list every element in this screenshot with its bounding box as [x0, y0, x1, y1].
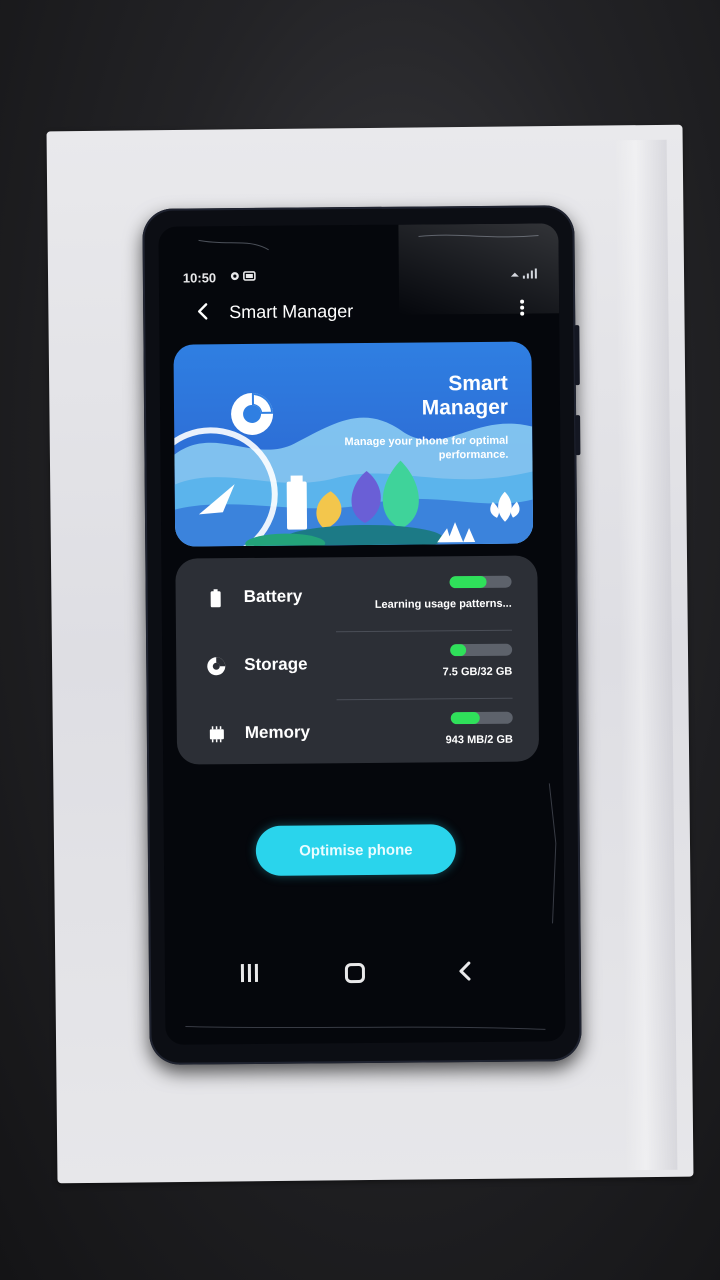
paper-crease [614, 139, 678, 1171]
hero-title-line1: Smart [448, 371, 508, 396]
recent-apps-icon[interactable] [240, 963, 263, 984]
hero-banner: Smart Manager Manage your phone for opti… [173, 341, 534, 547]
page-title: Smart Manager [229, 301, 354, 323]
hero-title-line2: Manager [421, 395, 509, 420]
battery-label: Battery [243, 586, 303, 607]
battery-row[interactable]: Battery Learning usage patterns... [175, 561, 538, 632]
device-status-card: Battery Learning usage patterns... Stora… [175, 555, 540, 765]
home-icon[interactable] [344, 962, 366, 984]
storage-level-fill [450, 644, 466, 657]
hero-title: Smart Manager [358, 371, 509, 421]
navigation-bar [165, 953, 565, 996]
phone: 10:50 Smart Manager Smart Manager Manage… [142, 205, 582, 1065]
nav-back-icon[interactable] [455, 956, 475, 992]
more-options-icon[interactable] [517, 298, 527, 322]
battery-value: Learning usage patterns... [374, 597, 512, 611]
signal-icon [510, 268, 537, 279]
gear-icon [230, 271, 256, 281]
hero-subtitle: Manage your phone for optimal performanc… [344, 434, 509, 462]
memory-label: Memory [244, 722, 311, 743]
power-button [575, 415, 581, 456]
storage-used: 7.5 GB [442, 665, 478, 679]
storage-icon [207, 657, 226, 676]
memory-value: 943 MB/2 GB [446, 734, 513, 747]
storage-label: Storage [244, 654, 308, 675]
status-time: 10:50 [182, 270, 217, 286]
screen: 10:50 Smart Manager Smart Manager Manage… [158, 223, 566, 1045]
signal-icons [509, 267, 539, 282]
memory-icon [209, 726, 224, 743]
optimise-phone-button[interactable]: Optimise phone [255, 824, 457, 876]
app-bar: Smart Manager [159, 293, 559, 330]
memory-level-bar [450, 711, 513, 725]
storage-value: 7.5 GB/32 GB [443, 666, 513, 679]
memory-row[interactable]: Memory 943 MB/2 GB [177, 697, 540, 768]
smart-manager-logo-icon [231, 392, 274, 435]
volume-button [574, 325, 580, 386]
memory-total: /2 GB [484, 733, 513, 746]
memory-used: 943 MB [445, 733, 485, 747]
status-notification-icons [229, 270, 259, 285]
storage-level-bar [450, 643, 513, 657]
back-arrow-icon[interactable] [191, 299, 215, 323]
memory-level-fill [450, 711, 480, 725]
storage-total: /32 GB [477, 665, 513, 678]
storage-row[interactable]: Storage 7.5 GB/32 GB [176, 629, 539, 700]
battery-level-bar [449, 575, 512, 589]
battery-level-fill [449, 575, 487, 589]
battery-icon [210, 589, 221, 608]
